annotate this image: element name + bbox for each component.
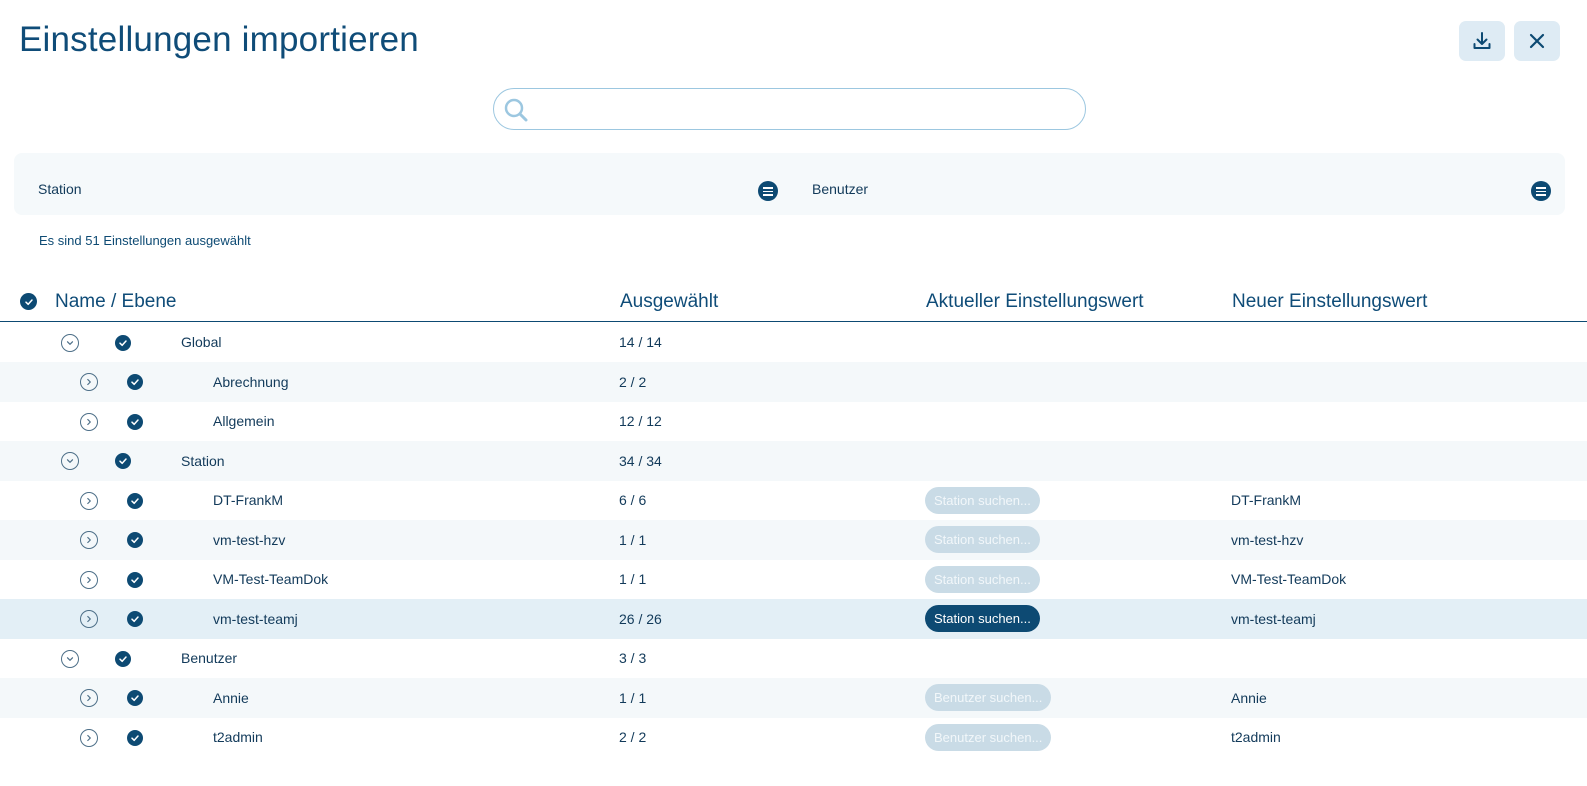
current-value-search-button[interactable]: Station suchen... xyxy=(925,605,1040,632)
check-circle-icon[interactable] xyxy=(127,571,143,588)
row-selected-count: 1 / 1 xyxy=(619,571,647,588)
table-row[interactable]: vm-test-hzv 1 / 1 Station suchen... vm-test… xyxy=(0,520,1587,560)
column-header-current-value[interactable]: Aktueller Einstellungswert xyxy=(926,291,1144,313)
row-selected-count: 14 / 14 xyxy=(619,334,662,351)
check-circle-icon[interactable] xyxy=(127,374,143,390)
table-row[interactable]: DT-FrankM 6 / 6 Station suchen... DT-FrankM xyxy=(0,481,1587,521)
station-filter-label: Station xyxy=(38,181,82,197)
row-name: Global xyxy=(181,334,222,351)
chevron-down-icon[interactable] xyxy=(61,452,79,470)
row-selected-count: 6 / 6 xyxy=(619,492,647,509)
table-row[interactable]: Station 34 / 34 xyxy=(0,441,1587,481)
row-name: Station xyxy=(181,452,225,469)
user-filter-menu-icon[interactable] xyxy=(1531,181,1551,201)
chevron-right-icon[interactable] xyxy=(80,570,98,589)
check-circle-icon[interactable] xyxy=(115,453,131,469)
row-selected-count: 34 / 34 xyxy=(619,452,662,469)
search-icon xyxy=(504,98,528,122)
current-value-search-button[interactable]: Station suchen... xyxy=(925,486,1040,514)
chevron-right-icon[interactable] xyxy=(80,610,98,628)
station-filter-menu-icon[interactable] xyxy=(758,181,778,201)
row-selected-count: 2 / 2 xyxy=(619,373,647,390)
chevron-right-icon[interactable] xyxy=(80,728,98,747)
chevron-right-icon[interactable] xyxy=(80,412,98,431)
row-new-value: vm-test-hzv xyxy=(1231,531,1304,548)
table-row[interactable]: VM-Test-TeamDok 1 / 1 Station suchen... VM-… xyxy=(0,560,1587,600)
row-name: Allgemein xyxy=(213,413,275,430)
row-name: vm-test-teamj xyxy=(213,610,298,627)
chevron-right-icon[interactable] xyxy=(80,531,98,549)
close-icon xyxy=(1529,33,1545,49)
select-all-check-icon[interactable] xyxy=(20,293,37,310)
row-name: Benutzer xyxy=(181,650,238,667)
check-circle-icon[interactable] xyxy=(127,413,143,430)
table-header: Name / Ebene Ausgewählt Aktueller Einste… xyxy=(0,282,1587,322)
check-circle-icon[interactable] xyxy=(127,729,143,746)
chevron-right-icon[interactable] xyxy=(80,491,98,510)
page-title: Einstellungen importieren xyxy=(19,20,419,59)
chevron-down-icon[interactable] xyxy=(61,649,79,668)
check-circle-icon[interactable] xyxy=(115,334,131,351)
check-circle-icon[interactable] xyxy=(115,650,131,667)
user-filter-label: Benutzer xyxy=(812,181,869,197)
row-selected-count: 26 / 26 xyxy=(619,610,662,627)
row-name: vm-test-hzv xyxy=(213,531,286,548)
table-row[interactable]: vm-test-teamj 26 / 26 Station suchen... vm-… xyxy=(0,599,1587,639)
close-button[interactable] xyxy=(1514,21,1560,61)
row-name: Annie xyxy=(213,689,249,706)
current-value-search-button[interactable]: Benutzer suchen... xyxy=(925,723,1052,751)
current-value-search-button[interactable]: Station suchen... xyxy=(925,526,1040,553)
row-new-value: t2admin xyxy=(1231,729,1281,746)
search-input[interactable] xyxy=(494,89,1085,129)
search-bar xyxy=(493,88,1086,130)
table-row[interactable]: Allgemein 12 / 12 xyxy=(0,402,1587,442)
filter-bar: Station Benutzer xyxy=(14,153,1565,215)
download-icon xyxy=(1473,32,1491,49)
column-header-new-value[interactable]: Neuer Einstellungswert xyxy=(1232,291,1427,313)
column-header-selected[interactable]: Ausgewählt xyxy=(620,291,718,313)
current-value-search-button[interactable]: Benutzer suchen... xyxy=(925,684,1052,711)
column-header-name[interactable]: Name / Ebene xyxy=(55,291,176,313)
table-row[interactable]: t2admin 2 / 2 Benutzer suchen... t2admin xyxy=(0,718,1587,758)
table-row[interactable]: Annie 1 / 1 Benutzer suchen... Annie xyxy=(0,678,1587,718)
check-circle-icon[interactable] xyxy=(127,492,143,509)
row-selected-count: 3 / 3 xyxy=(619,650,647,667)
chevron-right-icon[interactable] xyxy=(80,373,98,391)
row-name: t2admin xyxy=(213,729,263,746)
row-new-value: vm-test-teamj xyxy=(1231,610,1316,627)
row-new-value: Annie xyxy=(1231,689,1267,706)
chevron-down-icon[interactable] xyxy=(61,333,79,352)
check-circle-icon[interactable] xyxy=(127,690,143,706)
row-selected-count: 1 / 1 xyxy=(619,689,647,706)
table-row[interactable]: Benutzer 3 / 3 xyxy=(0,639,1587,679)
row-new-value: DT-FrankM xyxy=(1231,492,1301,509)
check-circle-icon[interactable] xyxy=(127,532,143,548)
selection-summary: Es sind 51 Einstellungen ausgewählt xyxy=(39,233,251,248)
row-new-value: VM-Test-TeamDok xyxy=(1231,571,1347,588)
row-selected-count: 12 / 12 xyxy=(619,413,662,430)
table-row[interactable]: Abrechnung 2 / 2 xyxy=(0,362,1587,402)
current-value-search-button[interactable]: Station suchen... xyxy=(925,565,1040,593)
row-name: DT-FrankM xyxy=(213,492,283,509)
row-name: Abrechnung xyxy=(213,373,289,390)
row-name: VM-Test-TeamDok xyxy=(213,571,329,588)
chevron-right-icon[interactable] xyxy=(80,689,98,707)
row-selected-count: 2 / 2 xyxy=(619,729,647,746)
check-circle-icon[interactable] xyxy=(127,611,143,627)
download-button[interactable] xyxy=(1459,21,1505,61)
row-selected-count: 1 / 1 xyxy=(619,531,647,548)
table-row[interactable]: Global 14 / 14 xyxy=(0,323,1587,363)
